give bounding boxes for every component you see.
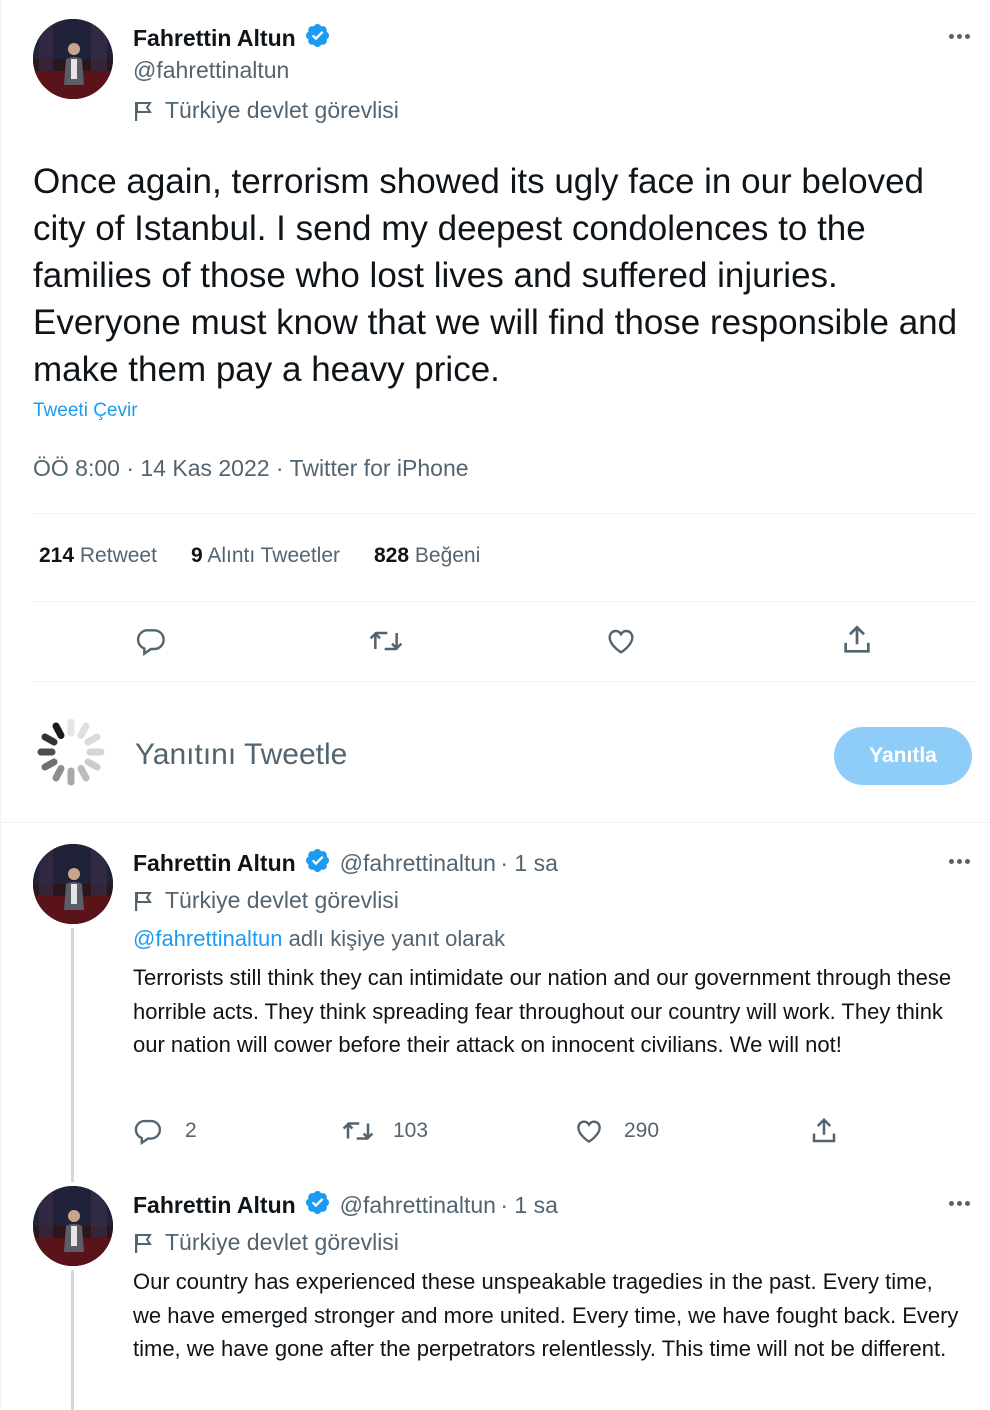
tweet-timestamp[interactable]: ÖÖ 8:00 · 14 Kas 2022 · Twitter for iPho… bbox=[33, 455, 469, 482]
retweet-icon bbox=[342, 1122, 374, 1140]
thread-connector bbox=[71, 1270, 74, 1410]
reply-count: 2 bbox=[185, 1119, 197, 1142]
more-options-icon[interactable] bbox=[944, 26, 974, 46]
retweets-stat[interactable]: 214 Retweet bbox=[39, 544, 157, 568]
replying-to: @fahrettinaltun adlı kişiye yanıt olarak bbox=[133, 926, 505, 952]
reply-composer-input[interactable]: Yanıtını Tweetle bbox=[135, 738, 347, 772]
share-icon bbox=[812, 1117, 836, 1143]
account-label-text: Türkiye devlet görevlisi bbox=[165, 1229, 399, 1255]
likes-stat[interactable]: 828 Beğeni bbox=[374, 544, 480, 568]
section-divider bbox=[1, 822, 990, 823]
divider bbox=[33, 681, 976, 682]
thread-connector bbox=[71, 928, 74, 1180]
account-label-text: Türkiye devlet görevlisi bbox=[165, 887, 399, 913]
like-button[interactable]: 290 bbox=[574, 1116, 659, 1146]
retweet-button[interactable] bbox=[367, 625, 405, 657]
loading-spinner-icon bbox=[35, 716, 107, 793]
divider bbox=[33, 513, 976, 514]
thread-connector-top bbox=[71, 1160, 74, 1182]
quotes-stat[interactable]: 9 Alıntı Tweetler bbox=[191, 544, 340, 568]
flag-icon bbox=[135, 891, 152, 911]
like-count: 290 bbox=[624, 1119, 660, 1142]
replying-suffix: adlı kişiye yanıt olarak bbox=[288, 926, 506, 951]
reply-button[interactable] bbox=[134, 625, 168, 657]
account-label-text: Türkiye devlet görevlisi bbox=[165, 97, 399, 123]
reply-submit-button[interactable]: Yanıtla bbox=[834, 727, 972, 785]
author-name[interactable]: Fahrettin Altun bbox=[133, 25, 296, 51]
like-icon bbox=[608, 629, 634, 654]
share-button[interactable] bbox=[809, 1115, 839, 1147]
avatar-photo-icon bbox=[33, 1186, 113, 1266]
reply-author-avatar[interactable] bbox=[33, 1186, 113, 1266]
reply-header: Fahrettin Altun @fahrettinaltun · 1 sa bbox=[133, 1189, 558, 1219]
share-icon bbox=[844, 625, 870, 653]
avatar-photo-icon bbox=[33, 844, 113, 924]
retweet-icon bbox=[369, 631, 403, 651]
reply-author-avatar[interactable] bbox=[33, 844, 113, 924]
author-handle[interactable]: @fahrettinaltun bbox=[133, 57, 289, 84]
more-options-icon[interactable] bbox=[944, 851, 974, 871]
account-label: Türkiye devlet görevlisi bbox=[133, 97, 399, 124]
reply-author-name[interactable]: Fahrettin Altun bbox=[133, 850, 296, 876]
avatar-photo-icon bbox=[33, 19, 113, 99]
divider bbox=[33, 601, 976, 602]
reply-author-handle[interactable]: @fahrettinaltun bbox=[340, 1192, 496, 1218]
verified-badge-icon[interactable] bbox=[304, 847, 331, 874]
reply-icon bbox=[134, 1119, 162, 1146]
flag-icon bbox=[135, 1233, 152, 1253]
tweet-stats: 214 Retweet 9 Alıntı Tweetler 828 Beğeni bbox=[39, 544, 514, 568]
reply-time[interactable]: · 1 sa bbox=[500, 1192, 558, 1218]
reply-header: Fahrettin Altun @fahrettinaltun · 1 sa bbox=[133, 847, 558, 877]
retweet-button[interactable]: 103 bbox=[341, 1116, 428, 1146]
reply-text: Our country has experienced these unspea… bbox=[133, 1269, 959, 1361]
author-name-row: Fahrettin Altun bbox=[133, 22, 331, 52]
tweet-text: Once again, terrorism showed its ugly fa… bbox=[33, 162, 958, 389]
reply-icon bbox=[136, 629, 165, 656]
replying-mention-link[interactable]: @fahrettinaltun bbox=[133, 926, 283, 951]
like-icon bbox=[577, 1120, 601, 1144]
share-button[interactable] bbox=[840, 623, 874, 657]
reply-text: Terrorists still think they can intimida… bbox=[133, 965, 952, 1057]
translate-link[interactable]: Tweeti Çevir bbox=[33, 400, 138, 422]
like-button[interactable] bbox=[604, 625, 638, 657]
reply-time[interactable]: · 1 sa bbox=[500, 850, 558, 876]
flag-icon bbox=[135, 101, 152, 121]
account-label: Türkiye devlet görevlisi bbox=[133, 887, 399, 914]
reply-button[interactable]: 2 bbox=[133, 1116, 197, 1146]
more-options-icon[interactable] bbox=[944, 1193, 974, 1213]
author-avatar[interactable] bbox=[33, 19, 113, 99]
tweet-page: Fahrettin Altun @fahrettinaltun Türkiye … bbox=[0, 0, 990, 1410]
reply-author-handle[interactable]: @fahrettinaltun bbox=[340, 850, 496, 876]
verified-badge-icon[interactable] bbox=[304, 1189, 331, 1216]
reply-author-name[interactable]: Fahrettin Altun bbox=[133, 1192, 296, 1218]
verified-badge-icon[interactable] bbox=[304, 22, 331, 49]
account-label: Türkiye devlet görevlisi bbox=[133, 1229, 399, 1256]
retweet-count: 103 bbox=[393, 1119, 429, 1142]
